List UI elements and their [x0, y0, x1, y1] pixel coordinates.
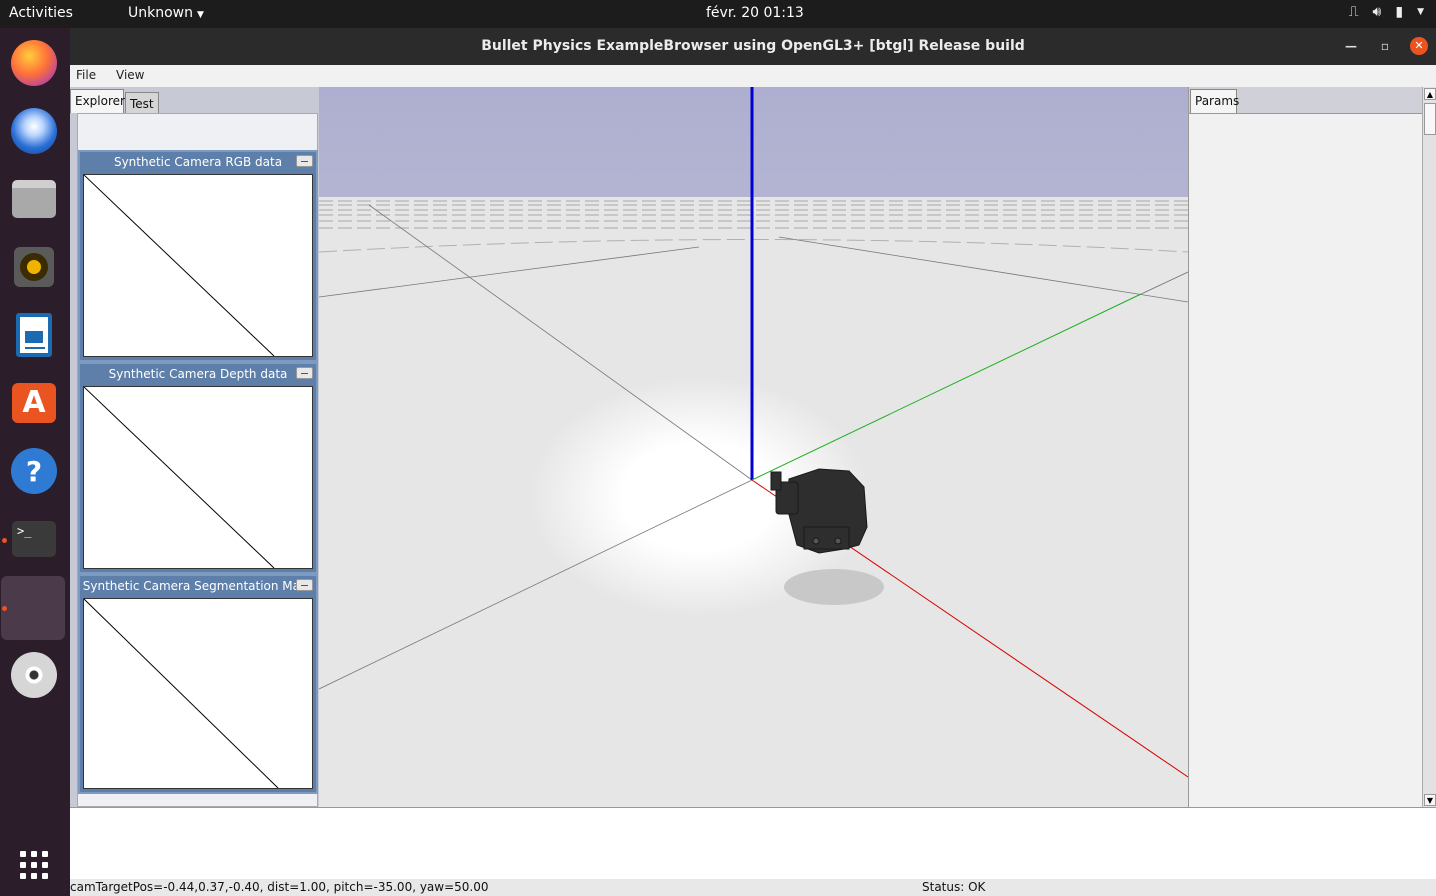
- battery-icon[interactable]: ▮: [1395, 4, 1403, 20]
- camera-segmentation-window[interactable]: Synthetic Camera Segmentation Mask: [78, 574, 318, 794]
- left-panel: Explorer Test Synthetic Camera RGB data …: [70, 87, 319, 807]
- window-title: Bullet Physics ExampleBrowser using Open…: [481, 38, 1025, 54]
- chevron-down-icon: ▼: [197, 10, 204, 20]
- dock-item-terminal[interactable]: >_: [7, 512, 61, 566]
- app-menu-label: Unknown: [128, 5, 193, 21]
- scroll-thumb[interactable]: [1424, 103, 1436, 135]
- show-applications-button[interactable]: [7, 838, 61, 892]
- dock-item-rhythmbox[interactable]: [7, 240, 61, 294]
- status-bar: camTargetPos=-0.44,0.37,-0.40, dist=1.00…: [70, 879, 1436, 896]
- minimize-button[interactable]: —: [1342, 39, 1360, 53]
- tab-explorer[interactable]: Explorer: [70, 89, 125, 113]
- console-area: [70, 807, 1436, 879]
- camera-depth-window[interactable]: Synthetic Camera Depth data: [78, 362, 318, 574]
- tab-test[interactable]: Test: [125, 92, 159, 113]
- camera-status: camTargetPos=-0.44,0.37,-0.40, dist=1.00…: [70, 880, 489, 894]
- maximize-button[interactable]: ▫: [1376, 39, 1394, 53]
- rhythmbox-icon: [14, 247, 54, 287]
- dock-item-firefox[interactable]: [7, 36, 61, 90]
- system-tray[interactable]: ⎍ 🔊︎ ▮ ▼: [1349, 4, 1424, 20]
- minimize-icon[interactable]: [296, 367, 313, 379]
- terminal-icon: >_: [12, 521, 56, 557]
- dock-item-thunderbird[interactable]: [7, 104, 61, 158]
- camera-segmentation-view: [83, 598, 313, 789]
- params-body: [1189, 113, 1423, 807]
- scroll-down-icon[interactable]: ▼: [1424, 794, 1436, 806]
- dock-item-dvd[interactable]: [7, 648, 61, 702]
- dock-item-bullet-app[interactable]: [1, 576, 65, 640]
- dock-item-software[interactable]: A: [7, 376, 61, 430]
- running-indicator: [2, 606, 7, 611]
- firefox-icon: [11, 40, 57, 86]
- dvd-icon: [11, 652, 57, 698]
- 3d-viewport[interactable]: [319, 87, 1188, 807]
- files-icon: [12, 180, 56, 218]
- top-bar: Activities Unknown ▼ févr. 20 01:13 ⎍ 🔊︎ …: [0, 0, 1436, 28]
- network-icon[interactable]: ⎍: [1349, 4, 1359, 20]
- clock[interactable]: févr. 20 01:13: [706, 5, 804, 21]
- running-indicator: [2, 538, 7, 543]
- dock-item-files[interactable]: [7, 172, 61, 226]
- camera-rgb-window[interactable]: Synthetic Camera RGB data: [78, 150, 318, 362]
- menu-file[interactable]: File: [76, 68, 96, 82]
- app-window: Bullet Physics ExampleBrowser using Open…: [70, 28, 1436, 896]
- minimize-icon[interactable]: [296, 155, 313, 167]
- window-controls: — ▫ ✕: [1342, 37, 1428, 55]
- camera-segmentation-title: Synthetic Camera Segmentation Mask: [82, 579, 314, 593]
- camera-depth-view: [83, 386, 313, 569]
- close-button[interactable]: ✕: [1410, 37, 1428, 55]
- activities-button[interactable]: Activities: [9, 5, 73, 21]
- software-icon: A: [12, 383, 56, 423]
- app-menu[interactable]: Unknown ▼: [128, 5, 204, 21]
- menu-view[interactable]: View: [116, 68, 144, 82]
- right-panel: Params ▲ ▼: [1188, 87, 1436, 807]
- dock-item-writer[interactable]: [7, 308, 61, 362]
- scroll-up-icon[interactable]: ▲: [1424, 88, 1436, 100]
- minimize-icon[interactable]: [296, 579, 313, 591]
- camera-rgb-view: [83, 174, 313, 357]
- title-bar[interactable]: Bullet Physics ExampleBrowser using Open…: [70, 28, 1436, 65]
- status-text: Status: OK: [922, 880, 986, 894]
- chevron-down-icon[interactable]: ▼: [1417, 7, 1424, 17]
- dock-item-help[interactable]: ?: [7, 444, 61, 498]
- camera-rgb-title: Synthetic Camera RGB data: [113, 155, 283, 169]
- scrollbar[interactable]: ▲ ▼: [1422, 87, 1436, 807]
- thunderbird-icon: [11, 108, 57, 154]
- tab-params[interactable]: Params: [1190, 89, 1239, 114]
- camera-depth-title: Synthetic Camera Depth data: [108, 367, 288, 381]
- menu-bar: File View: [70, 65, 1436, 87]
- volume-icon[interactable]: 🔊︎: [1373, 4, 1382, 20]
- help-icon: ?: [11, 448, 57, 494]
- app-grid-icon: [20, 851, 48, 879]
- dock: A ? >_: [0, 28, 70, 896]
- writer-icon: [16, 313, 52, 357]
